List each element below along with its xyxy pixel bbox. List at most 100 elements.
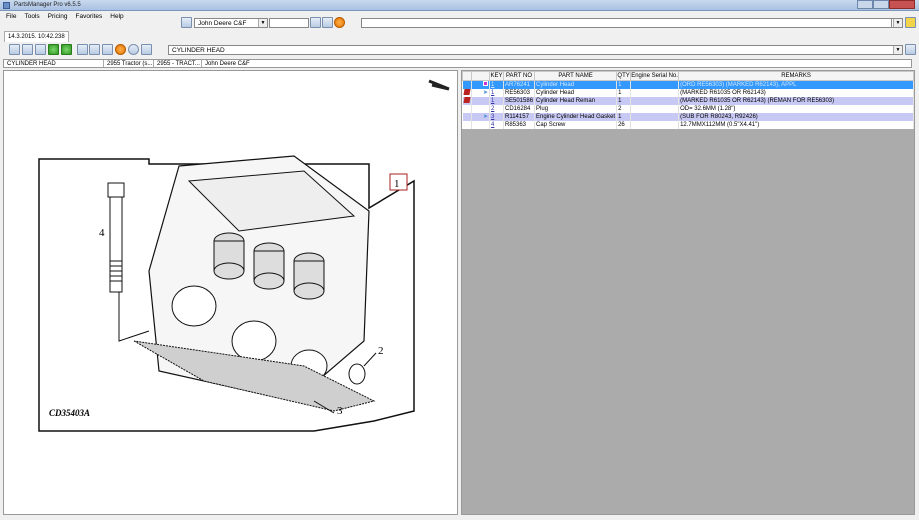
- remarks: (ORD RE56303) (MARKED R62143), APPL: [678, 80, 914, 89]
- info-icon[interactable]: [115, 44, 126, 55]
- menu-bar: File Tools Pricing Favorites Help: [6, 13, 124, 20]
- zoom-in-icon[interactable]: [102, 44, 113, 55]
- close-button[interactable]: [889, 0, 915, 9]
- flag-cell: [462, 96, 472, 105]
- table-row[interactable]: 4 R85363 Cap Screw 26 12.7MMX112MM (0.5"…: [462, 120, 914, 129]
- qty: 1: [616, 112, 632, 121]
- substitute-arrow-icon: ➤: [482, 114, 488, 120]
- table-row[interactable]: ➤ 1 RE56303 Cylinder Head 1 (MARKED R610…: [462, 88, 914, 97]
- marker-cell: [471, 120, 490, 129]
- table-row[interactable]: 1 SE501586 Cylinder Head Reman 1 (MARKED…: [462, 96, 914, 105]
- flag-icon: [462, 96, 471, 103]
- col-part-no[interactable]: PART NO: [502, 71, 536, 81]
- catalog-select-value: John Deere C&F: [198, 20, 247, 27]
- cursor-arrow-icon: [428, 79, 450, 91]
- remarks: 12.7MMX112MM (0.5"X4.41"): [678, 120, 914, 129]
- part-no: RE56303: [503, 88, 536, 97]
- zoom-icon[interactable]: [322, 17, 333, 28]
- engine-serial: [630, 104, 680, 113]
- flag-cell: [462, 88, 472, 97]
- menu-favorites[interactable]: Favorites: [76, 13, 103, 20]
- qty: 2: [616, 104, 632, 113]
- part-no: R114157: [503, 112, 536, 121]
- breadcrumb-item[interactable]: 2955 - TRACT...: [154, 60, 202, 67]
- callout-1: 1: [394, 178, 400, 190]
- remarks: (MARKED R61035 OR R62143): [678, 88, 914, 97]
- callout-2: 2: [378, 345, 384, 357]
- col-key[interactable]: KEY: [489, 71, 504, 81]
- part-no: AR76241: [503, 80, 536, 89]
- bookmark-icon[interactable]: [905, 44, 916, 55]
- chevron-down-icon: ▼: [258, 19, 267, 27]
- marker-cell: ➤: [471, 88, 490, 97]
- table-row[interactable]: ➤ 3 R114157 Engine Cylinder Head Gasket …: [462, 112, 914, 121]
- chevron-down-icon: ▼: [893, 19, 902, 27]
- maximize-button[interactable]: [873, 0, 889, 9]
- key-link[interactable]: 1: [489, 96, 504, 105]
- qty: 26: [616, 120, 632, 129]
- menu-pricing[interactable]: Pricing: [48, 13, 68, 20]
- bulb-icon[interactable]: [141, 44, 152, 55]
- engine-serial: [630, 112, 680, 121]
- info-icon[interactable]: [334, 17, 345, 28]
- settings-icon[interactable]: [22, 44, 33, 55]
- fit-icon[interactable]: [77, 44, 88, 55]
- col-part-name[interactable]: PART NAME: [534, 71, 618, 81]
- address-input[interactable]: [361, 18, 903, 28]
- figure-code: CD35403A: [49, 408, 90, 418]
- parts-diagram[interactable]: 1 4 2 3 CD35403A: [4, 71, 459, 516]
- engine-serial: [630, 96, 680, 105]
- tab-session[interactable]: 14.3.2015. 10:42.238: [4, 31, 69, 42]
- back-icon[interactable]: [48, 44, 59, 55]
- flag-cell: [462, 80, 472, 89]
- find-icon[interactable]: [310, 17, 321, 28]
- col-flag[interactable]: [462, 71, 472, 81]
- col-remarks[interactable]: REMARKS: [678, 71, 914, 81]
- breadcrumb-item[interactable]: John Deere C&F: [202, 60, 911, 67]
- engine-serial: [630, 88, 680, 97]
- callout-4: 4: [99, 227, 105, 239]
- diagram-pane[interactable]: 1 4 2 3 CD35403A: [3, 70, 458, 515]
- engine-serial: [630, 120, 680, 129]
- remarks: (SUB FOR R80243, R92426): [678, 112, 914, 121]
- catalog-select[interactable]: John Deere C&F ▼: [194, 18, 268, 28]
- key-link[interactable]: 1: [489, 80, 504, 89]
- key-link[interactable]: 2: [489, 104, 504, 113]
- callout-3: 3: [337, 405, 343, 417]
- part-name: Plug: [534, 104, 618, 113]
- marker-cell: [471, 104, 490, 113]
- section-select[interactable]: CYLINDER HEAD ▼: [168, 45, 903, 55]
- selected-dot-icon: [483, 81, 488, 87]
- table-row[interactable]: 1 AR76241 Cylinder Head 1 (ORD RE56303) …: [462, 80, 914, 89]
- key-link[interactable]: 1: [489, 88, 504, 97]
- print-icon[interactable]: [9, 44, 20, 55]
- part-name: Engine Cylinder Head Gasket: [534, 112, 618, 121]
- col-serial[interactable]: Engine Serial No.: [630, 71, 680, 81]
- qty: 1: [616, 96, 632, 105]
- menu-file[interactable]: File: [6, 13, 16, 20]
- flag-cell: [462, 112, 472, 121]
- key-link[interactable]: 4: [489, 120, 504, 129]
- menu-tools[interactable]: Tools: [24, 13, 39, 20]
- menu-help[interactable]: Help: [110, 13, 123, 20]
- window-title: PartsManager Pro v6.5.5: [14, 2, 81, 8]
- favorite-icon[interactable]: [905, 17, 916, 28]
- catalog-icon[interactable]: [181, 17, 192, 28]
- split-icon[interactable]: [89, 44, 100, 55]
- breadcrumb-item[interactable]: CYLINDER HEAD: [4, 60, 104, 67]
- minimize-button[interactable]: [857, 0, 873, 9]
- search-input[interactable]: [269, 18, 309, 28]
- table-row[interactable]: 2 CD16284 Plug 2 OD= 32.6MM (1.28"): [462, 104, 914, 113]
- col-qty[interactable]: QTY: [616, 71, 632, 81]
- title-bar: PartsManager Pro v6.5.5: [0, 0, 919, 11]
- flag-cell: [462, 120, 472, 129]
- col-marker[interactable]: [471, 71, 490, 81]
- minimize-pane-icon[interactable]: [35, 44, 46, 55]
- part-no: SE501586: [503, 96, 536, 105]
- address-dropdown[interactable]: ▼: [891, 18, 903, 28]
- key-link[interactable]: 3: [489, 112, 504, 121]
- forward-icon[interactable]: [61, 44, 72, 55]
- gear-icon[interactable]: [128, 44, 139, 55]
- breadcrumb-item[interactable]: 2955 Tractor (s...: [104, 60, 154, 67]
- engine-serial: [630, 80, 680, 89]
